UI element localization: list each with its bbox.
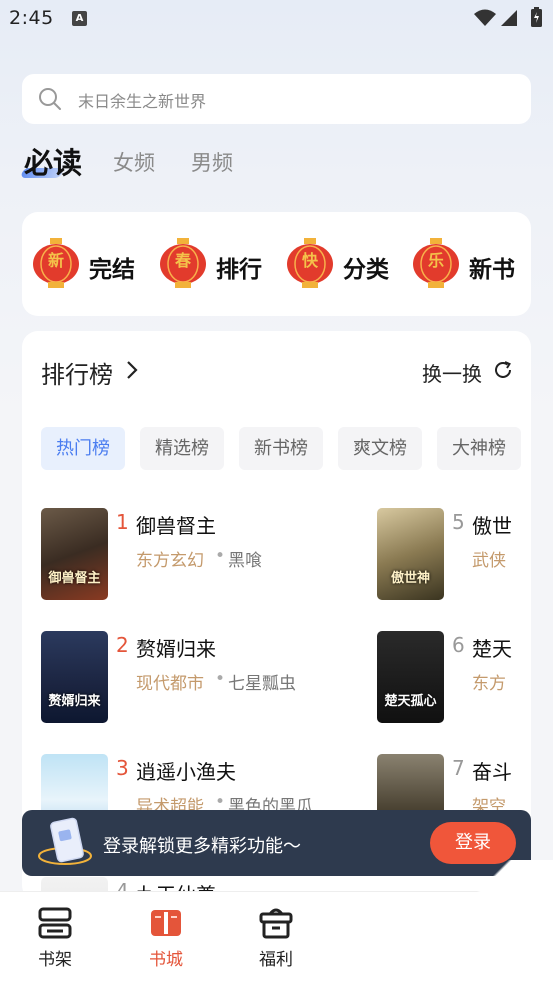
book-title: 傲世 <box>472 514 512 538</box>
category-label: 完结 <box>89 257 135 283</box>
nav-benefits[interactable]: 福利 <box>236 892 316 984</box>
bottom-nav: 书架 书城 福利 <box>0 891 553 984</box>
status-time: 2:45 <box>9 7 54 29</box>
nav-label: 书城 <box>149 950 183 970</box>
category-label: 分类 <box>343 257 389 283</box>
lantern-char: 春 <box>174 251 191 270</box>
ranking-title[interactable]: 排行榜 <box>41 355 113 390</box>
search-input[interactable]: 末日余生之新世界 <box>22 74 531 124</box>
chip-new[interactable]: 新书榜 <box>239 427 323 470</box>
rank-number: 3 <box>116 756 129 780</box>
book-genre: 东方玄幻 <box>136 551 204 571</box>
book-item[interactable]: 傲世神 5 傲世 武侠 <box>377 508 531 600</box>
cover-title: 傲世神 <box>390 571 430 586</box>
phone-illustration-icon <box>38 817 92 865</box>
book-cover: 楚天孤心 <box>377 631 444 723</box>
tab-must-read[interactable]: 必读 <box>24 140 82 182</box>
book-cover: 御兽督主 <box>41 508 108 600</box>
rank-number: 5 <box>452 510 465 534</box>
chip-cool[interactable]: 爽文榜 <box>338 427 422 470</box>
search-placeholder: 末日余生之新世界 <box>78 92 207 111</box>
book-cover: 赘婿归来 <box>41 631 108 723</box>
rank-number: 6 <box>452 633 465 657</box>
chip-selected[interactable]: 精选榜 <box>140 427 224 470</box>
lantern-char: 新 <box>47 251 64 270</box>
login-button[interactable]: 登录 <box>430 822 516 864</box>
chip-hot[interactable]: 热门榜 <box>41 427 125 470</box>
chip-master[interactable]: 大神榜 <box>437 427 521 470</box>
book-title: 赘婿归来 <box>136 637 216 661</box>
book-genre: 武侠 <box>472 551 506 571</box>
book-title: 逍遥小渔夫 <box>136 760 236 784</box>
book-author: 黑喰 <box>228 551 262 571</box>
login-banner[interactable]: 登录解锁更多精彩功能～ 登录 <box>22 810 531 876</box>
book-title: 御兽督主 <box>136 514 216 538</box>
chevron-right-icon[interactable] <box>126 360 138 380</box>
category-label: 新书 <box>469 257 515 283</box>
separator-dot: • <box>215 669 226 689</box>
book-cover: 傲世神 <box>377 508 444 600</box>
nav-bookshelf[interactable]: 书架 <box>15 892 95 984</box>
cover-title: 赘婿归来 <box>48 694 101 709</box>
rank-number: 7 <box>452 756 465 780</box>
book-genre: 东方 <box>472 674 506 694</box>
nav-label: 福利 <box>259 950 293 970</box>
book-item[interactable]: 御兽督主 1 御兽督主 东方玄幻 • 黑喰 <box>41 508 371 600</box>
book-item[interactable]: 赘婿归来 2 赘婿归来 现代都市 • 七星瓢虫 <box>41 631 371 723</box>
category-card: 新 完结 春 排行 快 分类 乐 新书 <box>22 212 531 316</box>
login-prompt: 登录解锁更多精彩功能～ <box>103 836 301 857</box>
cover-title: 楚天孤心 <box>384 694 437 709</box>
book-author: 七星瓢虫 <box>228 674 296 694</box>
rank-number: 2 <box>116 633 129 657</box>
tab-male[interactable]: 男频 <box>191 147 233 177</box>
lantern-char: 乐 <box>427 251 444 270</box>
separator-dot: • <box>215 546 226 566</box>
signal-icon <box>501 10 517 26</box>
book-title: 楚天 <box>472 637 512 661</box>
a-icon: A <box>72 11 87 26</box>
rank-number: 1 <box>116 510 129 534</box>
book-title: 奋斗 <box>472 760 512 784</box>
wifi-icon <box>474 9 496 26</box>
bookshelf-icon <box>38 907 72 939</box>
refresh-icon[interactable] <box>493 360 513 380</box>
battery-icon <box>531 7 542 27</box>
bookstore-icon <box>151 910 181 936</box>
status-bar: 2:45 A <box>0 0 553 40</box>
book-genre: 现代都市 <box>136 674 204 694</box>
refresh-button[interactable]: 换一换 <box>422 358 482 387</box>
separator-dot: • <box>215 792 226 812</box>
nav-bookstore[interactable]: 书城 <box>126 892 206 984</box>
lantern-char: 快 <box>301 251 318 270</box>
search-icon <box>39 88 61 110</box>
category-label: 排行 <box>216 257 262 283</box>
gift-icon <box>259 908 293 939</box>
book-item[interactable]: 楚天孤心 6 楚天 东方 <box>377 631 531 723</box>
cover-title: 御兽督主 <box>48 571 101 586</box>
tab-female[interactable]: 女频 <box>113 147 155 177</box>
nav-label: 书架 <box>38 950 72 970</box>
